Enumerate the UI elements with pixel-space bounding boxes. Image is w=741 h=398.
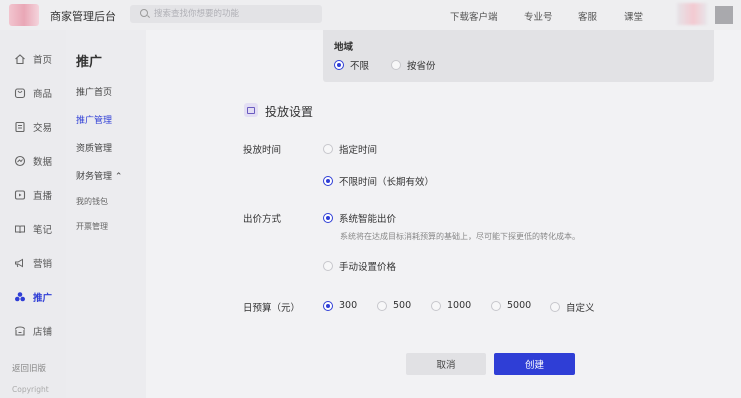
nav-label: 首页 xyxy=(33,55,53,66)
bid-method-option-manual[interactable]: 手动设置价格 xyxy=(323,259,396,273)
nav-label: 笔记 xyxy=(33,225,53,236)
main-nav: 首页 商品 交易 数据 直播 笔记 营销 推广 店铺 返回旧版 Copyrigh… xyxy=(0,30,66,398)
nav-item-orders[interactable]: 交易 xyxy=(14,119,52,135)
nav-label: 直播 xyxy=(33,191,53,202)
radio-button[interactable] xyxy=(550,302,560,312)
radio-button[interactable] xyxy=(377,300,387,311)
radio-button[interactable] xyxy=(323,300,333,311)
radio-button[interactable] xyxy=(323,176,333,186)
option-label: 5000 xyxy=(507,300,532,311)
option-label: 不限时间（长期有效） xyxy=(339,177,435,188)
customer-service-link[interactable]: 客服 xyxy=(578,9,597,23)
section-title: 投放设置 xyxy=(265,105,314,119)
sub-nav-item-invoice[interactable]: 开票管理 xyxy=(76,221,108,232)
search-icon xyxy=(140,9,148,17)
professional-account-link[interactable]: 专业号 xyxy=(524,9,553,23)
nav-item-products[interactable]: 商品 xyxy=(14,85,52,101)
main-content: 地域 不限 按省份 投放设置 投放时间 指定时间 不限时间（长期有效） 出价方式… xyxy=(146,30,741,398)
option-label: 500 xyxy=(393,300,412,311)
daily-budget-label: 日预算（元） xyxy=(243,303,301,314)
radio-button[interactable] xyxy=(323,213,333,223)
nav-item-data[interactable]: 数据 xyxy=(14,153,52,169)
top-bar: 商家管理后台 下载客户端 专业号 客服 课堂 xyxy=(0,0,741,30)
nav-item-store[interactable]: 店铺 xyxy=(14,323,52,339)
nav-item-home[interactable]: 首页 xyxy=(14,51,52,67)
option-label: 系统智能出价 xyxy=(339,214,397,225)
sub-nav-item-wallet[interactable]: 我的钱包 xyxy=(76,196,108,207)
back-to-old-version-link[interactable]: 返回旧版 xyxy=(12,362,46,374)
bid-method-label: 出价方式 xyxy=(243,214,282,225)
option-label: 1000 xyxy=(447,300,472,311)
budget-option-1000[interactable]: 1000 xyxy=(431,300,471,311)
sub-nav: 推广 推广首页 推广管理 资质管理 财务管理 ⌃ 我的钱包 开票管理 xyxy=(66,30,146,398)
classroom-link[interactable]: 课堂 xyxy=(624,9,643,23)
cancel-button[interactable]: 取消 xyxy=(406,353,486,375)
budget-option-500[interactable]: 500 xyxy=(377,300,411,311)
store-icon xyxy=(14,326,26,336)
notes-icon xyxy=(15,225,25,234)
app-logo[interactable] xyxy=(9,4,39,26)
nav-item-notes[interactable]: 笔记 xyxy=(14,221,52,237)
home-icon xyxy=(15,54,25,65)
region-card: 地域 不限 按省份 xyxy=(323,30,714,82)
radio-button[interactable] xyxy=(391,60,401,70)
radio-button[interactable] xyxy=(323,261,333,271)
live-icon xyxy=(14,190,26,200)
budget-option-custom[interactable]: 自定义 xyxy=(550,300,595,314)
bid-method-hint: 系统将在达成目标消耗预算的基础上，尽可能下探更低的转化成本。 xyxy=(340,232,580,241)
option-label: 按省份 xyxy=(407,61,436,72)
search-box[interactable] xyxy=(130,5,322,23)
radio-button[interactable] xyxy=(334,60,344,70)
region-option-unlimited[interactable]: 不限 xyxy=(334,58,369,72)
sub-nav-item-promotion-management[interactable]: 推广管理 xyxy=(76,113,112,126)
nav-item-promotion[interactable]: 推广 xyxy=(14,289,52,305)
app-title: 商家管理后台 xyxy=(50,10,116,23)
nav-item-live[interactable]: 直播 xyxy=(14,187,52,203)
order-icon xyxy=(15,121,25,133)
sub-nav-title: 推广 xyxy=(76,55,103,70)
nav-label: 推广 xyxy=(33,293,53,304)
create-button[interactable]: 创建 xyxy=(494,353,575,375)
option-label: 手动设置价格 xyxy=(339,262,397,273)
radio-button[interactable] xyxy=(491,300,501,311)
delivery-time-label: 投放时间 xyxy=(243,145,282,156)
product-icon xyxy=(14,88,26,99)
budget-option-300[interactable]: 300 xyxy=(323,300,357,311)
marketing-icon xyxy=(15,258,23,268)
option-label: 自定义 xyxy=(566,303,595,314)
bid-method-option-smart[interactable]: 系统智能出价 xyxy=(323,211,396,225)
search-input[interactable] xyxy=(154,7,314,21)
nav-label: 交易 xyxy=(33,123,53,134)
radio-button[interactable] xyxy=(323,144,333,154)
option-label: 指定时间 xyxy=(339,145,378,156)
copyright-text: Copyright xyxy=(12,385,49,394)
user-avatar[interactable] xyxy=(677,3,707,25)
delivery-time-option-unlimited[interactable]: 不限时间（长期有效） xyxy=(323,174,434,188)
download-client-link[interactable]: 下载客户端 xyxy=(450,9,498,23)
user-menu[interactable] xyxy=(715,6,733,24)
nav-item-marketing[interactable]: 营销 xyxy=(14,255,52,271)
radio-button[interactable] xyxy=(431,300,441,311)
option-label: 不限 xyxy=(350,61,370,72)
data-icon xyxy=(14,155,26,167)
delivery-settings-icon xyxy=(244,103,258,117)
sub-nav-item-finance[interactable]: 财务管理 ⌃ xyxy=(76,169,122,182)
region-title: 地域 xyxy=(334,42,354,53)
budget-option-5000[interactable]: 5000 xyxy=(491,300,531,311)
delivery-time-option-specific[interactable]: 指定时间 xyxy=(323,142,377,156)
region-option-by-province[interactable]: 按省份 xyxy=(391,58,436,72)
nav-label: 数据 xyxy=(33,157,53,168)
nav-label: 店铺 xyxy=(33,327,53,338)
option-label: 300 xyxy=(339,300,358,311)
promotion-icon xyxy=(15,292,25,302)
sub-nav-item-qualification[interactable]: 资质管理 xyxy=(76,141,112,154)
sub-nav-item-promotion-home[interactable]: 推广首页 xyxy=(76,85,112,98)
nav-label: 商品 xyxy=(33,89,53,100)
nav-label: 营销 xyxy=(33,259,53,270)
